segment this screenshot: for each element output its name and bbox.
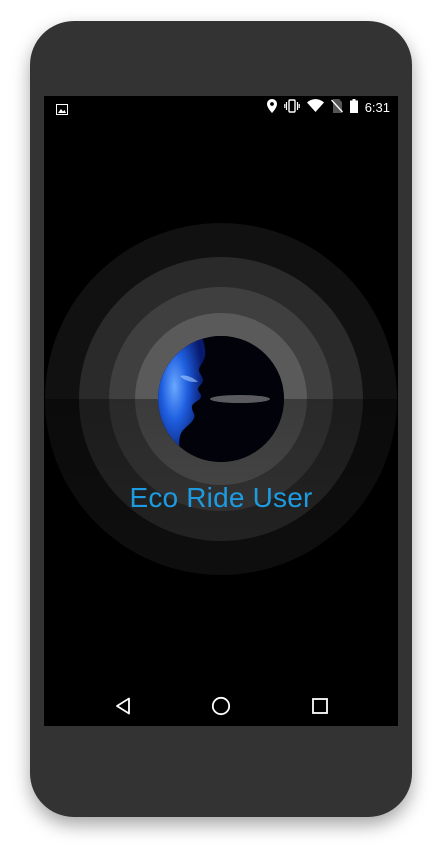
vibrate-icon <box>283 98 300 118</box>
location-icon <box>266 98 277 118</box>
no-sim-icon <box>330 98 343 118</box>
wifi-icon <box>306 99 324 117</box>
home-icon[interactable] <box>209 694 233 718</box>
back-icon[interactable] <box>111 694 135 718</box>
battery-icon <box>349 98 358 118</box>
voice-face-logo <box>158 336 284 462</box>
recents-icon[interactable] <box>308 694 332 718</box>
status-bar: 6:31 <box>44 96 398 120</box>
image-notification-icon <box>56 102 68 115</box>
app-title: Eco Ride User <box>129 482 313 513</box>
navigation-bar <box>44 686 398 726</box>
phone-screen: 6:31 Eco Ride User <box>44 96 398 726</box>
status-time: 6:31 <box>364 100 390 115</box>
